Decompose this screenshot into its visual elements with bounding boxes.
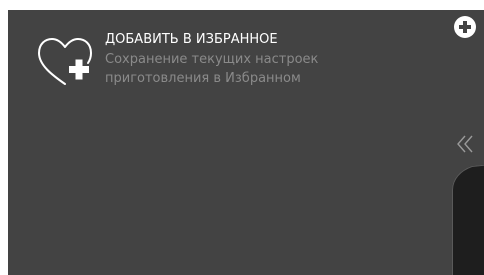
favorites-description-line1: Сохранение текущих настроек <box>105 52 319 67</box>
favorites-description: Сохранение текущих настроек приготовлени… <box>105 50 405 88</box>
favorites-description-line2: приготовления в Избранном <box>105 71 301 86</box>
favorites-title: ДОБАВИТЬ В ИЗБРАННОЕ <box>105 32 278 47</box>
add-button-plus-icon[interactable] <box>454 16 476 38</box>
double-chevron-left-icon[interactable] <box>456 133 476 155</box>
screen: ДОБАВИТЬ В ИЗБРАННОЕ Сохранение текущих … <box>0 0 484 275</box>
favorites-panel: ДОБАВИТЬ В ИЗБРАННОЕ Сохранение текущих … <box>8 10 484 275</box>
side-drawer-edge[interactable] <box>452 164 484 275</box>
heart-plus-icon[interactable] <box>34 35 96 91</box>
